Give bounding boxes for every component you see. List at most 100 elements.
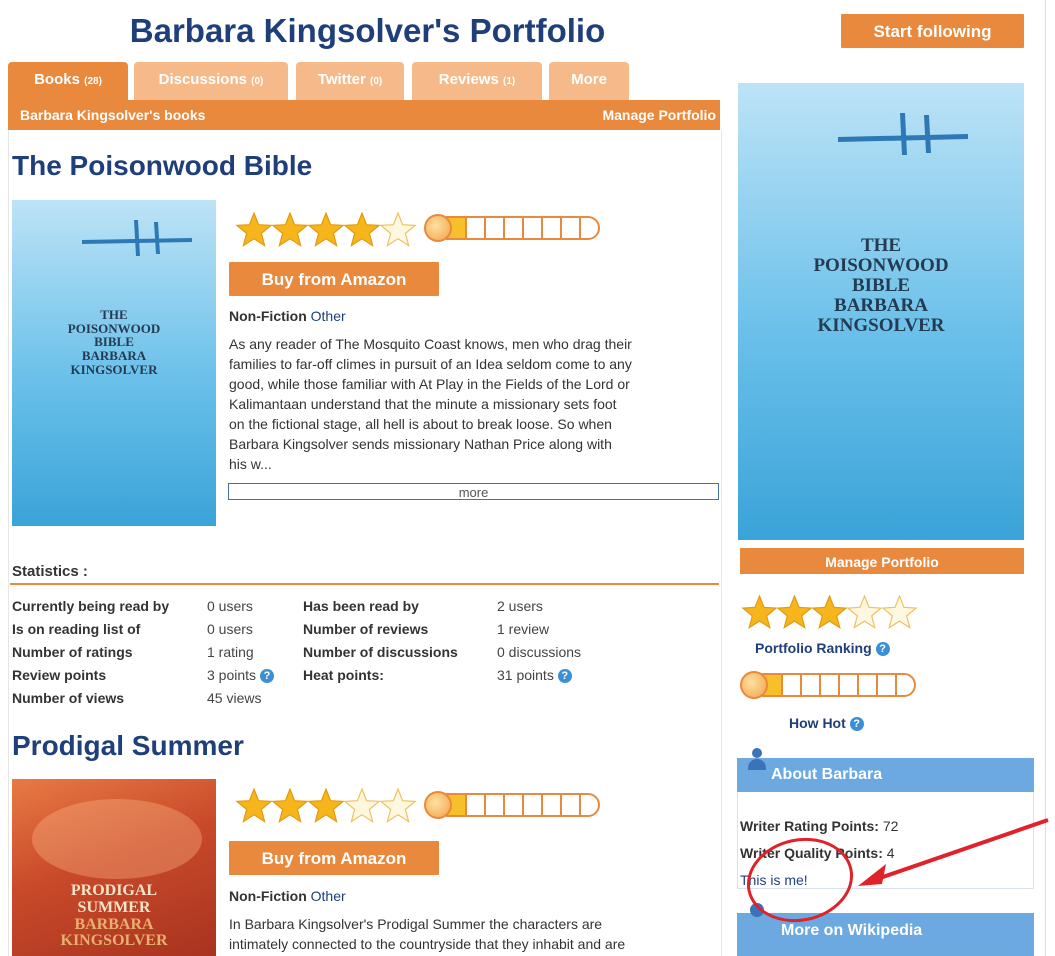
cover-line: POISONWOOD	[813, 254, 949, 276]
portfolio-cover[interactable]: THE POISONWOOD BIBLE BARBARA KINGSOLVER	[738, 83, 1024, 540]
heat-cell	[543, 218, 562, 238]
tab-discussions[interactable]: Discussions (0)	[134, 62, 288, 100]
buy-from-amazon-button[interactable]: Buy from Amazon	[229, 841, 439, 875]
rating-stars[interactable]	[234, 212, 424, 250]
star-filled-icon	[307, 212, 345, 247]
genre-link[interactable]: Other	[311, 308, 346, 324]
tab-books[interactable]: Books (28)	[8, 62, 128, 100]
cover-line: POISONWOOD	[67, 320, 161, 336]
description-line: Kalimantaan understand that the minute a…	[229, 396, 617, 412]
help-icon[interactable]: ?	[259, 669, 274, 683]
description-line: Barbara Kingsolver sends missionary Nath…	[229, 436, 612, 452]
more-button[interactable]: more	[228, 483, 719, 500]
star-empty-icon	[379, 212, 417, 247]
description-line: intimately connected to the countryside …	[229, 936, 626, 952]
genre-link[interactable]: Other	[311, 888, 346, 904]
description-line: families to far-off climes in pursuit of…	[229, 356, 632, 372]
wikipedia-icon	[748, 903, 766, 925]
how-hot-meter	[740, 671, 916, 699]
tab-label: More	[571, 71, 607, 88]
statistics-heading: Statistics :	[12, 563, 88, 580]
heat-meter	[424, 214, 600, 242]
tab-count: (0)	[370, 76, 383, 87]
cover-line: THE	[100, 307, 128, 322]
rating-stars[interactable]	[234, 788, 424, 826]
cover-line: KINGSOLVER	[70, 361, 158, 377]
book-description: In Barbara Kingsolver's Prodigal Summer …	[229, 914, 719, 954]
cover-bird-icon	[838, 113, 968, 155]
book-genre: Non-Fiction Other	[229, 888, 346, 904]
heat-cell	[486, 218, 505, 238]
heat-ball-icon	[424, 791, 452, 819]
genre-label: Non-Fiction	[229, 888, 307, 904]
help-icon[interactable]: ?	[875, 642, 890, 656]
portfolio-ranking-label: Portfolio Ranking	[755, 640, 872, 656]
help-icon[interactable]: ?	[849, 717, 864, 731]
subbar: Barbara Kingsolver's books Manage Portfo…	[8, 100, 720, 130]
heat-cell	[802, 675, 821, 695]
heat-meter	[424, 791, 600, 819]
cover-bird-icon	[82, 220, 192, 256]
star-filled-icon	[235, 788, 273, 823]
cover-line: SUMMER	[77, 898, 151, 916]
tab-twitter[interactable]: Twitter (0)	[296, 62, 404, 100]
portfolio-ranking-link[interactable]: Portfolio Ranking ?	[755, 640, 890, 656]
star-empty-icon	[881, 595, 918, 630]
wikipedia-heading: More on Wikipedia	[781, 922, 923, 939]
heat-cell	[524, 795, 543, 815]
stat-value: 2 users	[497, 598, 543, 614]
stat-label: Number of reviews	[303, 621, 429, 637]
manage-portfolio-button[interactable]: Manage Portfolio	[740, 548, 1024, 574]
description-line: In Barbara Kingsolver's Prodigal Summer …	[229, 916, 603, 932]
stat-value: 0 users	[207, 598, 253, 614]
stat-value: 1 rating	[207, 644, 254, 660]
book-title[interactable]: The Poisonwood Bible	[12, 150, 312, 182]
writer-rating-value: 72	[882, 818, 899, 834]
book-title[interactable]: Prodigal Summer	[12, 730, 244, 762]
cover-text: THE POISONWOOD BIBLE BARBARA KINGSOLVER	[12, 308, 216, 376]
this-is-me-link[interactable]: This is me!	[740, 872, 808, 888]
buy-from-amazon-button[interactable]: Buy from Amazon	[229, 262, 439, 296]
help-icon[interactable]: ?	[557, 669, 572, 683]
stat-label: Heat points:	[303, 667, 384, 683]
stat-value: 0 discussions	[497, 644, 582, 660]
heat-cell	[897, 675, 914, 695]
tab-more[interactable]: More	[549, 62, 629, 100]
cover-text: THE POISONWOOD BIBLE BARBARA KINGSOLVER	[738, 236, 1024, 336]
star-empty-icon	[379, 788, 417, 823]
cover-line: KINGSOLVER	[817, 314, 945, 336]
tab-count: (28)	[84, 76, 102, 87]
book-cover[interactable]: PRODIGAL SUMMER BARBARA KINGSOLVER	[12, 779, 216, 956]
writer-quality-label: Writer Quality Points:	[740, 845, 883, 861]
cover-line: KINGSOLVER	[60, 932, 168, 950]
wikipedia-panel-header: More on Wikipedia	[737, 913, 1034, 956]
about-heading: About Barbara	[771, 766, 883, 783]
star-filled-icon	[271, 788, 309, 823]
how-hot-link[interactable]: How Hot ?	[789, 715, 864, 731]
stat-value: 31 points	[497, 667, 554, 683]
star-empty-icon	[343, 788, 381, 823]
heat-cell	[505, 218, 524, 238]
book-cover[interactable]: THE POISONWOOD BIBLE BARBARA KINGSOLVER	[12, 200, 216, 526]
stat-label: Has been read by	[303, 598, 419, 614]
heat-cell	[467, 795, 486, 815]
writer-rating-label: Writer Rating Points:	[740, 818, 879, 834]
tab-label: Twitter	[317, 71, 366, 88]
stars-svg	[741, 595, 918, 630]
stat-value-with-help: 3 points ?	[207, 667, 274, 683]
manage-portfolio-link[interactable]: Manage Portfolio	[602, 107, 716, 123]
tab-reviews[interactable]: Reviews (1)	[412, 62, 542, 100]
book-genre: Non-Fiction Other	[229, 308, 346, 324]
start-following-button[interactable]: Start following	[841, 14, 1024, 48]
divider	[1045, 0, 1046, 956]
stat-value-with-help: 31 points ?	[497, 667, 572, 683]
star-filled-icon	[271, 212, 309, 247]
heat-cell	[543, 795, 562, 815]
tab-label: Books	[34, 71, 80, 88]
heat-cell	[878, 675, 897, 695]
star-filled-icon	[235, 212, 273, 247]
star-empty-icon	[846, 595, 883, 630]
stat-value: 45 views	[207, 690, 262, 706]
cover-line: PRODIGAL	[70, 882, 158, 899]
divider	[10, 583, 719, 585]
